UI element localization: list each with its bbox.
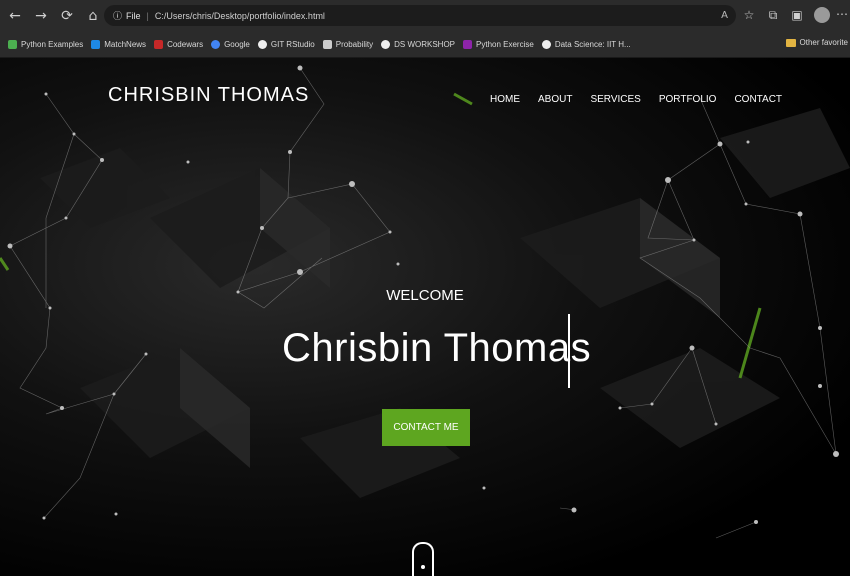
bookmark-favicon-icon (8, 39, 17, 49)
other-favorites-label: Other favorite (799, 38, 848, 47)
collections-icon[interactable]: ▣ (788, 6, 806, 24)
bookmark-favicon-icon (322, 39, 332, 49)
bookmark-item[interactable]: Probability (322, 39, 374, 49)
bookmark-label: Python Examples (21, 39, 84, 49)
address-bar[interactable]: ⓘ File | C:/Users/chris/Desktop/portfoli… (104, 5, 736, 26)
nav-about[interactable]: ABOUT (538, 94, 572, 105)
bookmark-label: Probability (335, 39, 374, 49)
reload-button[interactable]: ⟳ (56, 5, 78, 27)
bookmark-item[interactable]: GIT RStudio (257, 39, 315, 49)
bookmark-item[interactable]: Python Exercise (463, 39, 534, 49)
nav-portfolio[interactable]: PORTFOLIO (659, 94, 717, 105)
back-arrow-icon: ← (9, 7, 21, 24)
hero-section: CHRISBIN THOMAS HOME ABOUT SERVICES PORT… (0, 58, 850, 576)
bookmark-label: Python Exercise (476, 39, 534, 49)
welcome-text: WELCOME (386, 287, 464, 304)
particle-network-background (0, 65, 850, 539)
forward-button[interactable]: → (30, 5, 52, 27)
scroll-down-mouse-icon[interactable] (412, 542, 434, 576)
bookmark-label: Data Science: IIT H... (554, 39, 631, 49)
folder-icon (785, 38, 796, 47)
bookmark-item[interactable]: DS WORKSHOP (381, 39, 456, 49)
bookmark-label: Google (224, 39, 250, 49)
info-icon: ⓘ (113, 12, 123, 22)
nav-services[interactable]: SERVICES (590, 94, 640, 105)
more-menu-icon[interactable]: ⋯ (836, 7, 848, 21)
browser-toolbar: ← → ⟳ ⌂ ⓘ File | C:/Users/chris/Desktop/… (0, 0, 850, 31)
back-button[interactable]: ← (4, 5, 26, 27)
bookmark-favicon-icon (91, 39, 101, 49)
site-nav: HOME ABOUT SERVICES PORTFOLIO CONTACT (490, 94, 800, 105)
bookmark-label: MatchNews (104, 39, 147, 49)
bookmark-label: GIT RStudio (270, 39, 315, 49)
nav-home[interactable]: HOME (490, 94, 520, 105)
bookmark-favicon-icon (541, 39, 551, 49)
home-button[interactable]: ⌂ (82, 5, 104, 27)
url-scheme: File (126, 10, 141, 21)
bookmark-favicon-icon (381, 39, 391, 49)
bookmark-item[interactable]: Google (211, 39, 250, 49)
scroll-wheel-dot (421, 565, 425, 569)
bookmark-favicon-icon (257, 39, 267, 49)
typing-cursor (568, 314, 570, 388)
favorites-star-icon[interactable]: ☆ (740, 6, 758, 24)
profile-avatar[interactable] (814, 7, 830, 23)
home-icon: ⌂ (88, 7, 98, 24)
read-aloud-icon[interactable]: A (721, 10, 728, 21)
forward-arrow-icon: → (35, 7, 47, 24)
extensions-icon[interactable]: ⧉ (764, 6, 782, 24)
bookmark-item[interactable]: Data Science: IIT H... (541, 39, 631, 49)
reload-icon: ⟳ (61, 7, 73, 24)
bookmark-item[interactable]: Codewars (154, 39, 204, 49)
bookmark-favicon-icon (154, 39, 164, 49)
bookmark-item[interactable]: Python Examples (8, 39, 84, 49)
other-favorites[interactable]: Other favorite (785, 38, 848, 47)
bookmark-favicon-icon (463, 39, 473, 49)
site-brand[interactable]: CHRISBIN THOMAS (108, 84, 309, 107)
nav-contact[interactable]: CONTACT (734, 94, 782, 105)
contact-me-button[interactable]: CONTACT ME (382, 409, 470, 446)
bookmark-item[interactable]: MatchNews (91, 39, 147, 49)
bookmarks-bar: Python Examples MatchNews Codewars Googl… (0, 31, 850, 58)
hero-name: Chrisbin Thomas (282, 326, 592, 370)
url-separator: | (146, 10, 149, 21)
bookmark-label: Codewars (167, 39, 204, 49)
bookmark-favicon-icon (211, 39, 221, 49)
bookmark-label: DS WORKSHOP (394, 39, 456, 49)
url-text[interactable]: C:/Users/chris/Desktop/portfolio/index.h… (155, 11, 325, 21)
